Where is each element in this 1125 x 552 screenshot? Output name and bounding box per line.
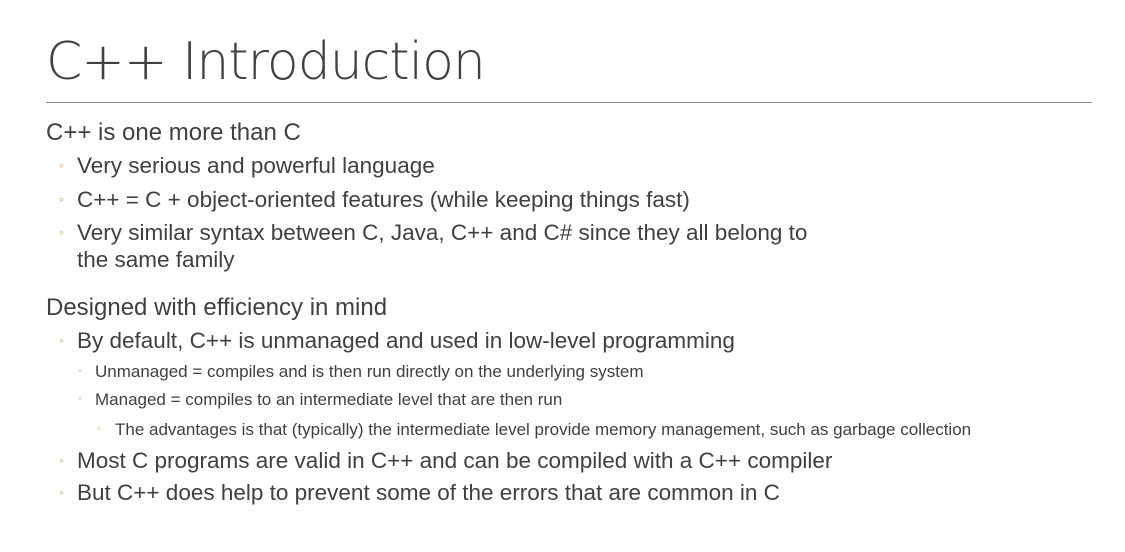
bullet-item: Very serious and powerful language	[77, 153, 435, 178]
bullet-item: C++ = C + object-oriented features (whil…	[77, 187, 690, 212]
bullet-icon: ◦	[59, 191, 64, 207]
bullet-icon: ◦	[78, 393, 82, 405]
bullet-icon: ◦	[59, 452, 64, 468]
bullet-item: Very similar syntax between C, Java, C++…	[77, 220, 808, 245]
bullet-subitem: Unmanaged = compiles and is then run dir…	[95, 362, 644, 381]
bullet-item: But C++ does help to prevent some of the…	[77, 480, 780, 505]
bullet-heading: C++ is one more than C	[46, 119, 301, 146]
bullet-subitem: Managed = compiles to an intermediate le…	[95, 390, 563, 409]
slide-title: C++ Introduction	[46, 32, 486, 92]
bullet-icon: ◦	[78, 365, 82, 377]
bullet-icon: ◦	[59, 484, 64, 500]
bullet-icon: ◦	[59, 332, 64, 348]
bullet-icon: ◦	[59, 157, 64, 173]
bullet-heading: Designed with efficiency in mind	[46, 294, 388, 321]
bullet-item-continuation: the same family	[77, 247, 235, 272]
bullet-item: By default, C++ is unmanaged and used in…	[77, 328, 735, 353]
bullet-item: Most C programs are valid in C++ and can…	[77, 448, 833, 473]
bullet-icon: ◦	[97, 423, 101, 435]
title-divider	[46, 102, 1092, 103]
bullet-subsubitem: The advantages is that (typically) the i…	[115, 420, 972, 439]
bullet-icon: ◦	[59, 224, 64, 240]
